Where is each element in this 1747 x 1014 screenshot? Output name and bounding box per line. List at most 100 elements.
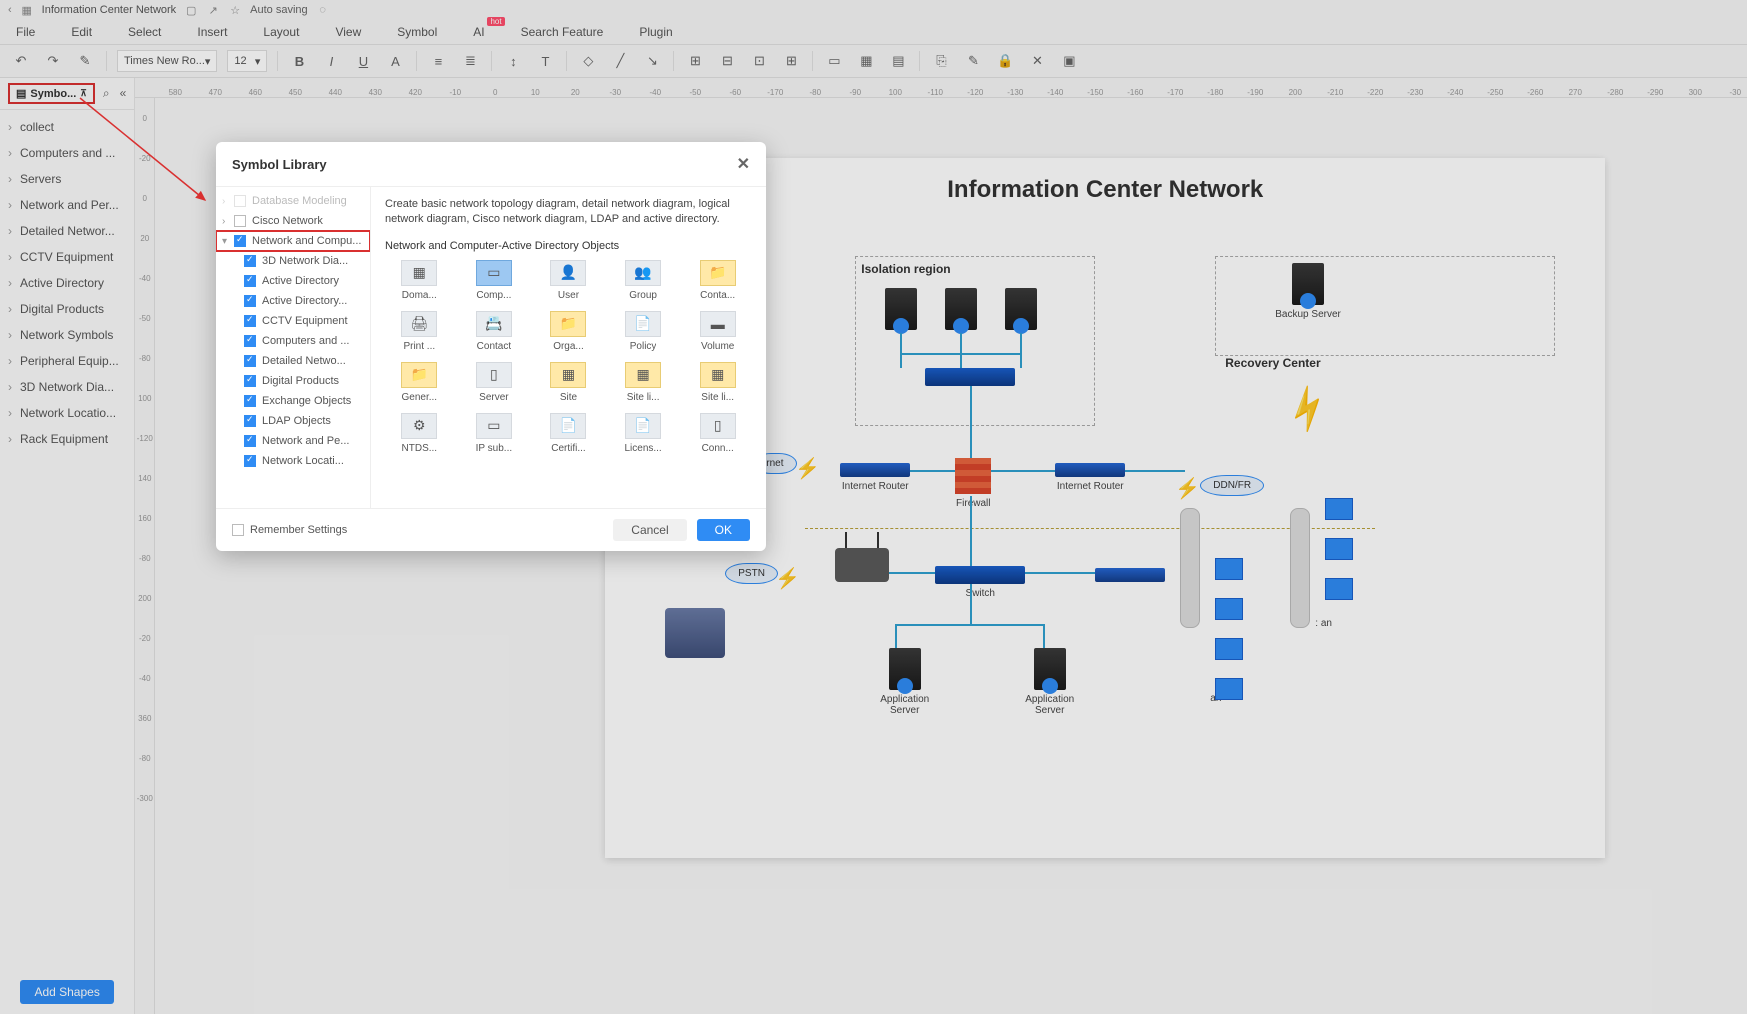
checkbox-icon[interactable] (232, 524, 244, 536)
symbol-cell[interactable]: ▭Comp... (460, 260, 529, 301)
symbol-cell[interactable]: ▦Site li... (683, 362, 752, 403)
symbol-cell[interactable]: ▭IP sub... (460, 413, 529, 454)
sidebar-item[interactable]: collect (0, 114, 134, 140)
save-icon[interactable]: ▢ (184, 3, 198, 17)
menu-edit[interactable]: Edit (67, 23, 96, 41)
tree-item[interactable]: Computers and ... (216, 331, 370, 351)
line-icon[interactable]: ╱ (609, 50, 631, 72)
collapse-icon[interactable]: « (120, 86, 127, 101)
symbol-cell[interactable]: ▦Site (534, 362, 603, 403)
search-icon[interactable]: ⌕ (103, 86, 110, 101)
checkbox-icon[interactable] (244, 315, 256, 327)
preview-icon[interactable]: ▣ (1058, 50, 1080, 72)
sidebar-item[interactable]: Rack Equipment (0, 426, 134, 452)
checkbox-icon[interactable] (244, 395, 256, 407)
checkbox-icon[interactable] (244, 275, 256, 287)
connector-icon[interactable]: ↘ (641, 50, 663, 72)
symbol-cell[interactable]: ▦Site li... (609, 362, 678, 403)
menu-plugin[interactable]: Plugin (635, 23, 676, 41)
group-icon[interactable]: ⊞ (684, 50, 706, 72)
cancel-button[interactable]: Cancel (613, 519, 686, 541)
tree-item[interactable]: Detailed Netwo... (216, 351, 370, 371)
checkbox-icon[interactable] (244, 255, 256, 267)
font-color-icon[interactable]: A (384, 50, 406, 72)
close-icon[interactable]: ✕ (737, 154, 750, 174)
link-icon[interactable]: ⎘ (930, 50, 952, 72)
sidebar-list[interactable]: collectComputers and ...ServersNetwork a… (0, 110, 134, 970)
sidebar-item[interactable]: Servers (0, 166, 134, 192)
remember-settings[interactable]: Remember Settings (232, 524, 347, 536)
sidebar-item[interactable]: Computers and ... (0, 140, 134, 166)
ok-button[interactable]: OK (697, 519, 750, 541)
checkbox-icon[interactable] (234, 215, 246, 227)
tree-item[interactable]: Exchange Objects (216, 391, 370, 411)
tree-item[interactable]: Network Locati... (216, 451, 370, 471)
sidebar-item[interactable]: Digital Products (0, 296, 134, 322)
align-v-icon[interactable]: ≣ (459, 50, 481, 72)
symbol-cell[interactable]: 📇Contact (460, 311, 529, 352)
checkbox-icon[interactable] (244, 435, 256, 447)
symbol-cell[interactable]: 📁Conta... (683, 260, 752, 301)
lock-icon[interactable]: 🔒 (994, 50, 1016, 72)
sidebar-item[interactable]: Network Locatio... (0, 400, 134, 426)
bold-icon[interactable]: B (288, 50, 310, 72)
symbol-cell[interactable]: 📁Orga... (534, 311, 603, 352)
line-spacing-icon[interactable]: ↕ (502, 50, 524, 72)
symbol-cell[interactable]: ⚙NTDS... (385, 413, 454, 454)
note-icon[interactable]: ✎ (962, 50, 984, 72)
text-tool-icon[interactable]: T (534, 50, 556, 72)
star-icon[interactable]: ☆ (228, 3, 242, 17)
sidebar-item[interactable]: Detailed Networ... (0, 218, 134, 244)
tree-item[interactable]: CCTV Equipment (216, 311, 370, 331)
tree-item[interactable]: Cisco Network (216, 211, 370, 231)
sidebar-item[interactable]: Peripheral Equip... (0, 348, 134, 374)
menu-file[interactable]: File (12, 23, 39, 41)
insert-chart-icon[interactable]: ▤ (887, 50, 909, 72)
symbol-cell[interactable]: ▬Volume (683, 311, 752, 352)
align-obj-icon[interactable]: ⊡ (748, 50, 770, 72)
back-icon[interactable]: ‹ (8, 4, 12, 16)
redo-icon[interactable]: ↷ (42, 50, 64, 72)
undo-icon[interactable]: ↶ (10, 50, 32, 72)
symbols-tab[interactable]: ▤ Symbo... ⊼ (8, 83, 95, 104)
checkbox-icon[interactable] (244, 335, 256, 347)
wrench-icon[interactable]: ✕ (1026, 50, 1048, 72)
menu-insert[interactable]: Insert (193, 23, 231, 41)
insert-table-icon[interactable]: ▦ (855, 50, 877, 72)
menu-search[interactable]: Search Feature (517, 23, 608, 41)
checkbox-icon[interactable] (234, 195, 246, 207)
fill-icon[interactable]: ◇ (577, 50, 599, 72)
tree-item[interactable]: Network and Compu... (216, 231, 370, 251)
tree-item[interactable]: Network and Pe... (216, 431, 370, 451)
sidebar-item[interactable]: Active Directory (0, 270, 134, 296)
tree-item[interactable]: Database Modeling (216, 191, 370, 211)
symbol-cell[interactable]: 👤User (534, 260, 603, 301)
underline-icon[interactable]: U (352, 50, 374, 72)
tree-item[interactable]: Active Directory... (216, 291, 370, 311)
tree-item[interactable]: 3D Network Dia... (216, 251, 370, 271)
menu-select[interactable]: Select (124, 23, 165, 41)
sidebar-item[interactable]: Network Symbols (0, 322, 134, 348)
symbol-cell[interactable]: ▯Conn... (683, 413, 752, 454)
share-icon[interactable]: ↗ (206, 3, 220, 17)
italic-icon[interactable]: I (320, 50, 342, 72)
checkbox-icon[interactable] (244, 295, 256, 307)
sidebar-item[interactable]: Network and Per... (0, 192, 134, 218)
modal-tree[interactable]: Database ModelingCisco NetworkNetwork an… (216, 187, 371, 508)
symbol-cell[interactable]: 📁Gener... (385, 362, 454, 403)
align-h-icon[interactable]: ≡ (427, 50, 449, 72)
menu-layout[interactable]: Layout (259, 23, 303, 41)
symbol-cell[interactable]: 📄Policy (609, 311, 678, 352)
symbol-cell[interactable]: 🖨Print ... (385, 311, 454, 352)
add-shapes-button[interactable]: Add Shapes (20, 980, 113, 1004)
symbol-cell[interactable]: 📄Licens... (609, 413, 678, 454)
checkbox-icon[interactable] (244, 455, 256, 467)
distribute-icon[interactable]: ⊞ (780, 50, 802, 72)
symbol-cell[interactable]: 👥Group (609, 260, 678, 301)
checkbox-icon[interactable] (244, 415, 256, 427)
menu-view[interactable]: View (331, 23, 365, 41)
sidebar-item[interactable]: 3D Network Dia... (0, 374, 134, 400)
font-select[interactable]: Times New Ro...▾ (117, 50, 217, 72)
insert-image-icon[interactable]: ▭ (823, 50, 845, 72)
symbol-cell[interactable]: ▯Server (460, 362, 529, 403)
